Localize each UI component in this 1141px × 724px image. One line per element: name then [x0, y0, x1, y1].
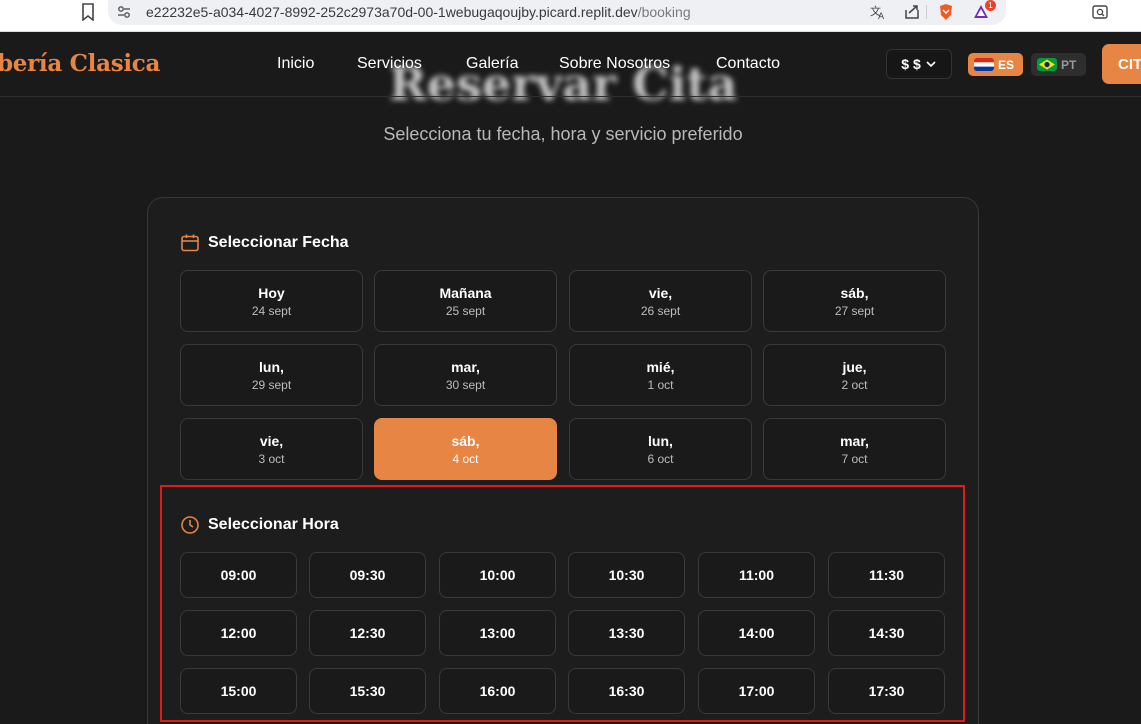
- date-option[interactable]: mar, 30 sept: [374, 344, 557, 406]
- book-appointment-button[interactable]: CIT: [1102, 44, 1141, 84]
- time-section-title: Seleccionar Hora: [208, 516, 339, 533]
- nav-link-inicio[interactable]: Inicio: [277, 55, 314, 73]
- date-day-label: mié,: [646, 359, 675, 375]
- bookmark-icon[interactable]: [80, 3, 96, 21]
- brand-logo-text[interactable]: bería Clasica: [0, 50, 160, 77]
- time-slot-button[interactable]: 10:00: [439, 552, 556, 598]
- date-option[interactable]: sáb, 4 oct: [374, 418, 557, 480]
- translate-icon[interactable]: 文A: [869, 3, 887, 21]
- date-day-label: Hoy: [258, 285, 285, 301]
- chevron-down-icon: [926, 61, 936, 68]
- date-date-label: 27 sept: [834, 304, 875, 318]
- date-date-label: 30 sept: [445, 378, 486, 392]
- toolbar-divider: [926, 5, 927, 19]
- time-slot-button[interactable]: 11:30: [828, 552, 945, 598]
- date-day-label: lun,: [648, 433, 673, 449]
- svg-text:A: A: [878, 12, 885, 21]
- time-slot-button[interactable]: 11:00: [698, 552, 815, 598]
- language-pt-button[interactable]: PT: [1031, 53, 1086, 76]
- date-section-title: Seleccionar Fecha: [208, 234, 349, 251]
- date-date-label: 2 oct: [841, 378, 868, 392]
- time-slot-button[interactable]: 16:00: [439, 668, 556, 714]
- time-slot-button[interactable]: 13:30: [568, 610, 685, 656]
- date-day-label: mar,: [840, 433, 869, 449]
- date-option[interactable]: mié, 1 oct: [569, 344, 752, 406]
- date-option[interactable]: jue, 2 oct: [763, 344, 946, 406]
- nav-link-sobre-nosotros[interactable]: Sobre Nosotros: [559, 55, 670, 73]
- language-pt-label: PT: [1061, 57, 1077, 72]
- time-slot-button[interactable]: 17:30: [828, 668, 945, 714]
- date-day-label: Mañana: [439, 285, 492, 301]
- clock-icon: [181, 516, 199, 534]
- date-day-label: sáb,: [840, 285, 869, 301]
- date-date-label: 3 oct: [258, 452, 285, 466]
- date-date-label: 7 oct: [841, 452, 868, 466]
- date-option[interactable]: lun, 29 sept: [180, 344, 363, 406]
- time-slot-button[interactable]: 09:30: [309, 552, 426, 598]
- date-day-label: vie,: [648, 285, 673, 301]
- date-option[interactable]: Mañana 25 sept: [374, 270, 557, 332]
- date-option[interactable]: mar, 7 oct: [763, 418, 946, 480]
- date-date-label: 25 sept: [445, 304, 486, 318]
- time-slot-button[interactable]: 16:30: [568, 668, 685, 714]
- share-icon[interactable]: [903, 3, 921, 21]
- site-header: bería Clasica Inicio Servicios Galería S…: [0, 32, 1141, 97]
- url-host: e22232e5-a034-4027-8992-252c2973a70d-00-…: [146, 4, 638, 20]
- page-subtitle: Selecciona tu fecha, hora y servicio pre…: [383, 124, 743, 144]
- currency-symbol: $: [901, 56, 909, 72]
- language-es-label: ES: [998, 57, 1015, 72]
- time-slot-button[interactable]: 12:30: [309, 610, 426, 656]
- brave-shield-icon[interactable]: [937, 3, 955, 21]
- date-option[interactable]: vie, 26 sept: [569, 270, 752, 332]
- rewards-badge: 1: [985, 0, 996, 11]
- browser-toolbar: e22232e5-a034-4027-8992-252c2973a70d-00-…: [0, 0, 1141, 32]
- url-path: /booking: [637, 4, 691, 20]
- date-date-label: 6 oct: [647, 452, 674, 466]
- time-slot-button[interactable]: 15:30: [309, 668, 426, 714]
- brazil-flag-icon: [1037, 58, 1057, 71]
- time-slot-button[interactable]: 10:30: [568, 552, 685, 598]
- date-day-label: sáb,: [451, 433, 480, 449]
- date-day-label: mar,: [451, 359, 480, 375]
- nav-link-galeria[interactable]: Galería: [466, 55, 518, 73]
- date-date-label: 26 sept: [640, 304, 681, 318]
- currency-label: $: [913, 56, 921, 72]
- time-slot-button[interactable]: 14:00: [698, 610, 815, 656]
- date-date-label: 29 sept: [251, 378, 292, 392]
- date-day-label: lun,: [259, 359, 284, 375]
- date-option[interactable]: vie, 3 oct: [180, 418, 363, 480]
- time-slot-button[interactable]: 15:00: [180, 668, 297, 714]
- date-date-label: 24 sept: [251, 304, 292, 318]
- time-slot-button[interactable]: 12:00: [180, 610, 297, 656]
- reader-mode-icon[interactable]: [1091, 3, 1109, 21]
- calendar-icon: [181, 234, 199, 252]
- nav-link-contacto[interactable]: Contacto: [716, 55, 780, 73]
- paraguay-flag-icon: [974, 58, 994, 71]
- language-es-button[interactable]: ES: [968, 53, 1023, 76]
- nav-link-servicios[interactable]: Servicios: [357, 55, 422, 73]
- time-slot-button[interactable]: 09:00: [180, 552, 297, 598]
- date-day-label: vie,: [259, 433, 284, 449]
- url-text[interactable]: e22232e5-a034-4027-8992-252c2973a70d-00-…: [146, 4, 691, 20]
- date-day-label: jue,: [842, 359, 867, 375]
- time-slot-button[interactable]: 13:00: [439, 610, 556, 656]
- date-option[interactable]: lun, 6 oct: [569, 418, 752, 480]
- time-slot-button[interactable]: 17:00: [698, 668, 815, 714]
- date-option[interactable]: sáb, 27 sept: [763, 270, 946, 332]
- date-option[interactable]: Hoy 24 sept: [180, 270, 363, 332]
- date-date-label: 4 oct: [452, 452, 479, 466]
- date-date-label: 1 oct: [647, 378, 674, 392]
- time-slot-button[interactable]: 14:30: [828, 610, 945, 656]
- site-settings-icon[interactable]: [116, 4, 132, 20]
- currency-selector[interactable]: $ $: [886, 49, 952, 79]
